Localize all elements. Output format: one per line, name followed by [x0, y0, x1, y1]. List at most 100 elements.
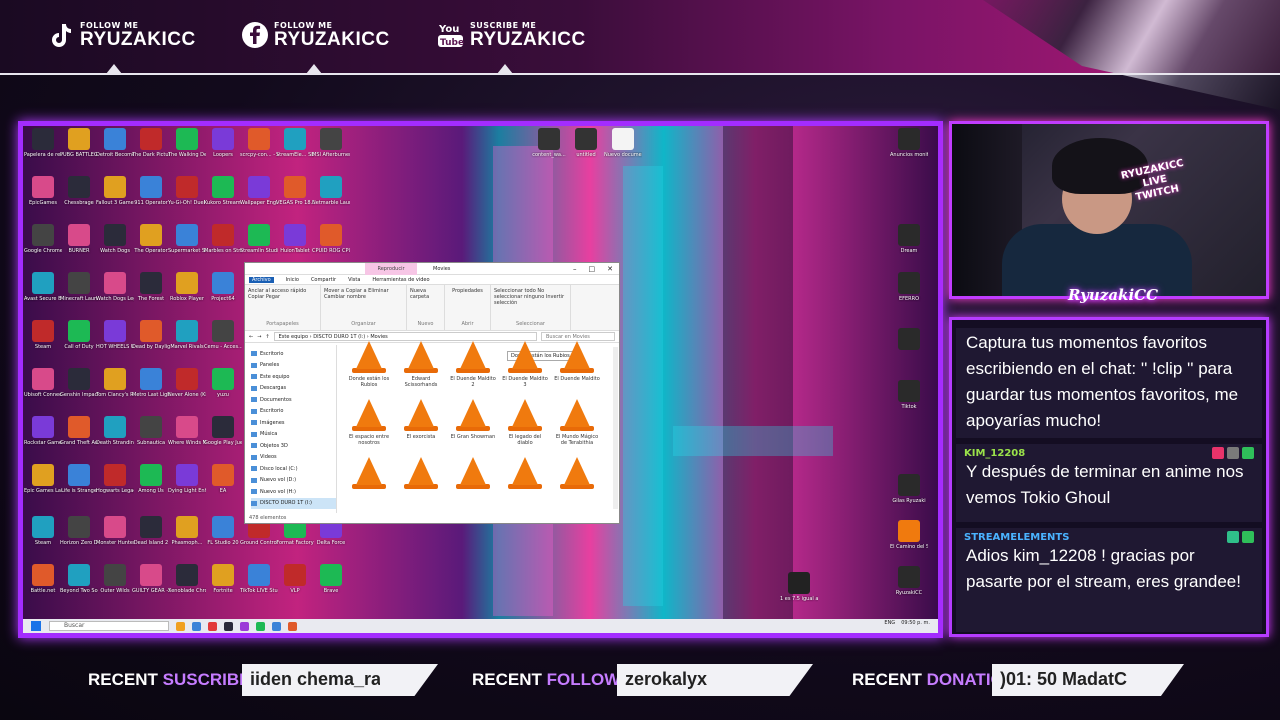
- file-explorer-window[interactable]: Reproducir Movies – □ ✕ Archivo Inicio C…: [244, 262, 620, 524]
- nav-item[interactable]: Este equipo: [251, 371, 336, 383]
- desktop-icon[interactable]: Xenoblade Chronicl...: [168, 564, 206, 594]
- desktop-icon[interactable]: Gilas Ryuzaki: [891, 474, 927, 504]
- app-icon[interactable]: [240, 621, 249, 631]
- nav-item[interactable]: Videos: [251, 452, 336, 464]
- video-file[interactable]: [553, 457, 601, 492]
- desktop-icon[interactable]: Avast Secure Browser: [24, 272, 62, 302]
- nav-item[interactable]: Música: [251, 429, 336, 441]
- desktop-icon[interactable]: yuzu: [205, 368, 241, 398]
- social-facebook[interactable]: FOLLOW ME RYUZAKICC: [240, 18, 390, 52]
- nav-item[interactable]: Objetos 3D: [251, 440, 336, 452]
- video-file[interactable]: El Duende Maldito 2: [449, 341, 497, 388]
- nav-item[interactable]: Nuevo vol (H:): [251, 486, 336, 498]
- social-tiktok[interactable]: FOLLOW ME RYUZAKICC: [46, 18, 196, 52]
- desktop-icon[interactable]: El Camino del Streamer: [890, 520, 928, 550]
- folder-icon[interactable]: [176, 621, 185, 631]
- desktop-icon[interactable]: Yu-Gi-Oh! Duel Links: [168, 176, 206, 206]
- desktop-icon[interactable]: FL Studio 20: [205, 516, 241, 546]
- desktop-icon[interactable]: Subnautica: [133, 416, 169, 446]
- desktop-icon[interactable]: TikTok LIVE Studio: [240, 564, 278, 594]
- desktop-icon[interactable]: Fortnite: [205, 564, 241, 594]
- desktop-icon[interactable]: Anuncios monitor: [890, 128, 928, 158]
- explorer-titlebar[interactable]: Reproducir Movies – □ ✕: [245, 262, 619, 275]
- video-file[interactable]: [345, 457, 393, 492]
- nav-item[interactable]: Paneles: [251, 360, 336, 372]
- desktop-icon[interactable]: Loopers: [205, 128, 241, 158]
- desktop-icon[interactable]: Among Us: [133, 464, 169, 494]
- nav-item[interactable]: DISCTO DURO 1T (I:): [251, 497, 336, 509]
- desktop-icon[interactable]: Project64: [205, 272, 241, 302]
- desktop-icon[interactable]: untitled: [568, 128, 604, 158]
- desktop-icon[interactable]: Marbles on Stream: [204, 224, 242, 254]
- tab-vista[interactable]: Vista: [348, 277, 360, 283]
- desktop-icon[interactable]: Beyond Two Souls: [60, 564, 98, 594]
- address-path[interactable]: Este equipo › DISCTO DURO 1T (I:) › Movi…: [273, 332, 537, 341]
- desktop-icon[interactable]: Steam: [25, 516, 61, 546]
- desktop-icon[interactable]: Epic Games Launcher: [24, 464, 62, 494]
- desktop-icon[interactable]: Papelera de reciclaje: [24, 128, 62, 158]
- minimize-icon[interactable]: –: [573, 265, 577, 273]
- desktop-icon[interactable]: 1 es 7.5 igual a 0.125 d 0...: [780, 572, 818, 602]
- video-file[interactable]: El exorcista: [397, 399, 445, 440]
- desktop-icon[interactable]: Brave: [313, 564, 349, 594]
- desktop-icon[interactable]: EFERRO: [891, 272, 927, 302]
- desktop-icon[interactable]: Tom Clancy's Rainbow Si...: [96, 368, 134, 398]
- desktop-icon[interactable]: RyuzakiCC: [891, 566, 927, 596]
- desktop-icon[interactable]: Horizon Zero Dawn: [60, 516, 98, 546]
- explorer-search-input[interactable]: Buscar en Movies: [541, 332, 615, 341]
- desktop-icon[interactable]: Kukoro Stream ch...: [204, 176, 242, 206]
- video-file[interactable]: El Duende Maldito 3: [501, 341, 549, 388]
- desktop-icon[interactable]: Marvel Rivals: [169, 320, 205, 350]
- desktop-icon[interactable]: Metro Last Light Redux: [132, 368, 170, 398]
- tab-archivo[interactable]: Archivo: [249, 276, 274, 283]
- desktop-icon[interactable]: Monster Hunter World: [96, 516, 134, 546]
- video-file[interactable]: [397, 457, 445, 492]
- maximize-icon[interactable]: □: [589, 265, 596, 273]
- desktop-icon[interactable]: Wallpaper Engine: [240, 176, 278, 206]
- desktop-icon[interactable]: CPUID ROG CPU-Z: [312, 224, 350, 254]
- video-file[interactable]: [501, 457, 549, 492]
- desktop-icon[interactable]: Roblox Player: [169, 272, 205, 302]
- windows-start-icon[interactable]: [31, 621, 41, 631]
- tab-inicio[interactable]: Inicio: [286, 277, 299, 283]
- desktop-icon[interactable]: The Dark Pictures...: [132, 128, 170, 158]
- nav-item[interactable]: Escritorio: [251, 348, 336, 360]
- desktop-icon[interactable]: EpicGames: [25, 176, 61, 206]
- ribbon-buttons[interactable]: Anclar al acceso rápido Copiar Pegar: [248, 288, 317, 300]
- steam-icon[interactable]: [224, 621, 233, 631]
- desktop-icon[interactable]: Dead by Daylight: [132, 320, 170, 350]
- desktop-icon[interactable]: 911 Operator: [133, 176, 169, 206]
- desktop-icon[interactable]: Where Winds Meet: [168, 416, 206, 446]
- nav-item[interactable]: Documentos: [251, 394, 336, 406]
- desktop-icon[interactable]: Hogwarts Legacy: [96, 464, 134, 494]
- desktop-icon[interactable]: Supermarket Simulator: [168, 224, 206, 254]
- taskbar-search-input[interactable]: Buscar: [49, 621, 169, 631]
- desktop-icon[interactable]: VEGAS Pro 18.0: [276, 176, 314, 206]
- clock[interactable]: 09:50 p. m.: [901, 620, 930, 626]
- video-file[interactable]: El espacio entre nosotros: [345, 399, 393, 446]
- video-file[interactable]: Edward Scissorhands: [397, 341, 445, 388]
- desktop-icon[interactable]: HuionTablet: [277, 224, 313, 254]
- desktop-icon[interactable]: Never Alone (Kisima In...: [168, 368, 206, 398]
- desktop-icon[interactable]: Watch Dogs Legion: [96, 272, 134, 302]
- ribbon-buttons[interactable]: Propiedades: [452, 288, 483, 294]
- ribbon-buttons[interactable]: Seleccionar todo No seleccionar ninguno …: [494, 288, 567, 306]
- desktop-icon[interactable]: VLP: [277, 564, 313, 594]
- chrome-icon[interactable]: [208, 621, 217, 631]
- language-indicator[interactable]: ENG: [884, 620, 895, 626]
- desktop-icon[interactable]: GUILTY GEAR -STRIVE-: [132, 564, 170, 594]
- contextual-tab[interactable]: Reproducir: [365, 262, 417, 275]
- spotify-icon[interactable]: [256, 621, 265, 631]
- nav-item[interactable]: Disco local (C:): [251, 463, 336, 475]
- desktop-icon[interactable]: Watch Dogs: [97, 224, 133, 254]
- desktop-icon[interactable]: Dead Island 2: [133, 516, 169, 546]
- desktop-icon[interactable]: Minecraft Launcher: [60, 272, 98, 302]
- desktop-icon[interactable]: BURNER: [61, 224, 97, 254]
- desktop-icon[interactable]: MSI Afterburner: [312, 128, 350, 158]
- tab-compartir[interactable]: Compartir: [311, 277, 336, 283]
- desktop-icon[interactable]: Genshin Impact: [60, 368, 98, 398]
- desktop-icon[interactable]: Streamlin Studio: [240, 224, 278, 254]
- nav-item[interactable]: Nuevo vol (D:): [251, 475, 336, 487]
- video-file[interactable]: El Duende Maldito: [553, 341, 601, 382]
- desktop-icon[interactable]: Detroit Become...: [96, 128, 134, 158]
